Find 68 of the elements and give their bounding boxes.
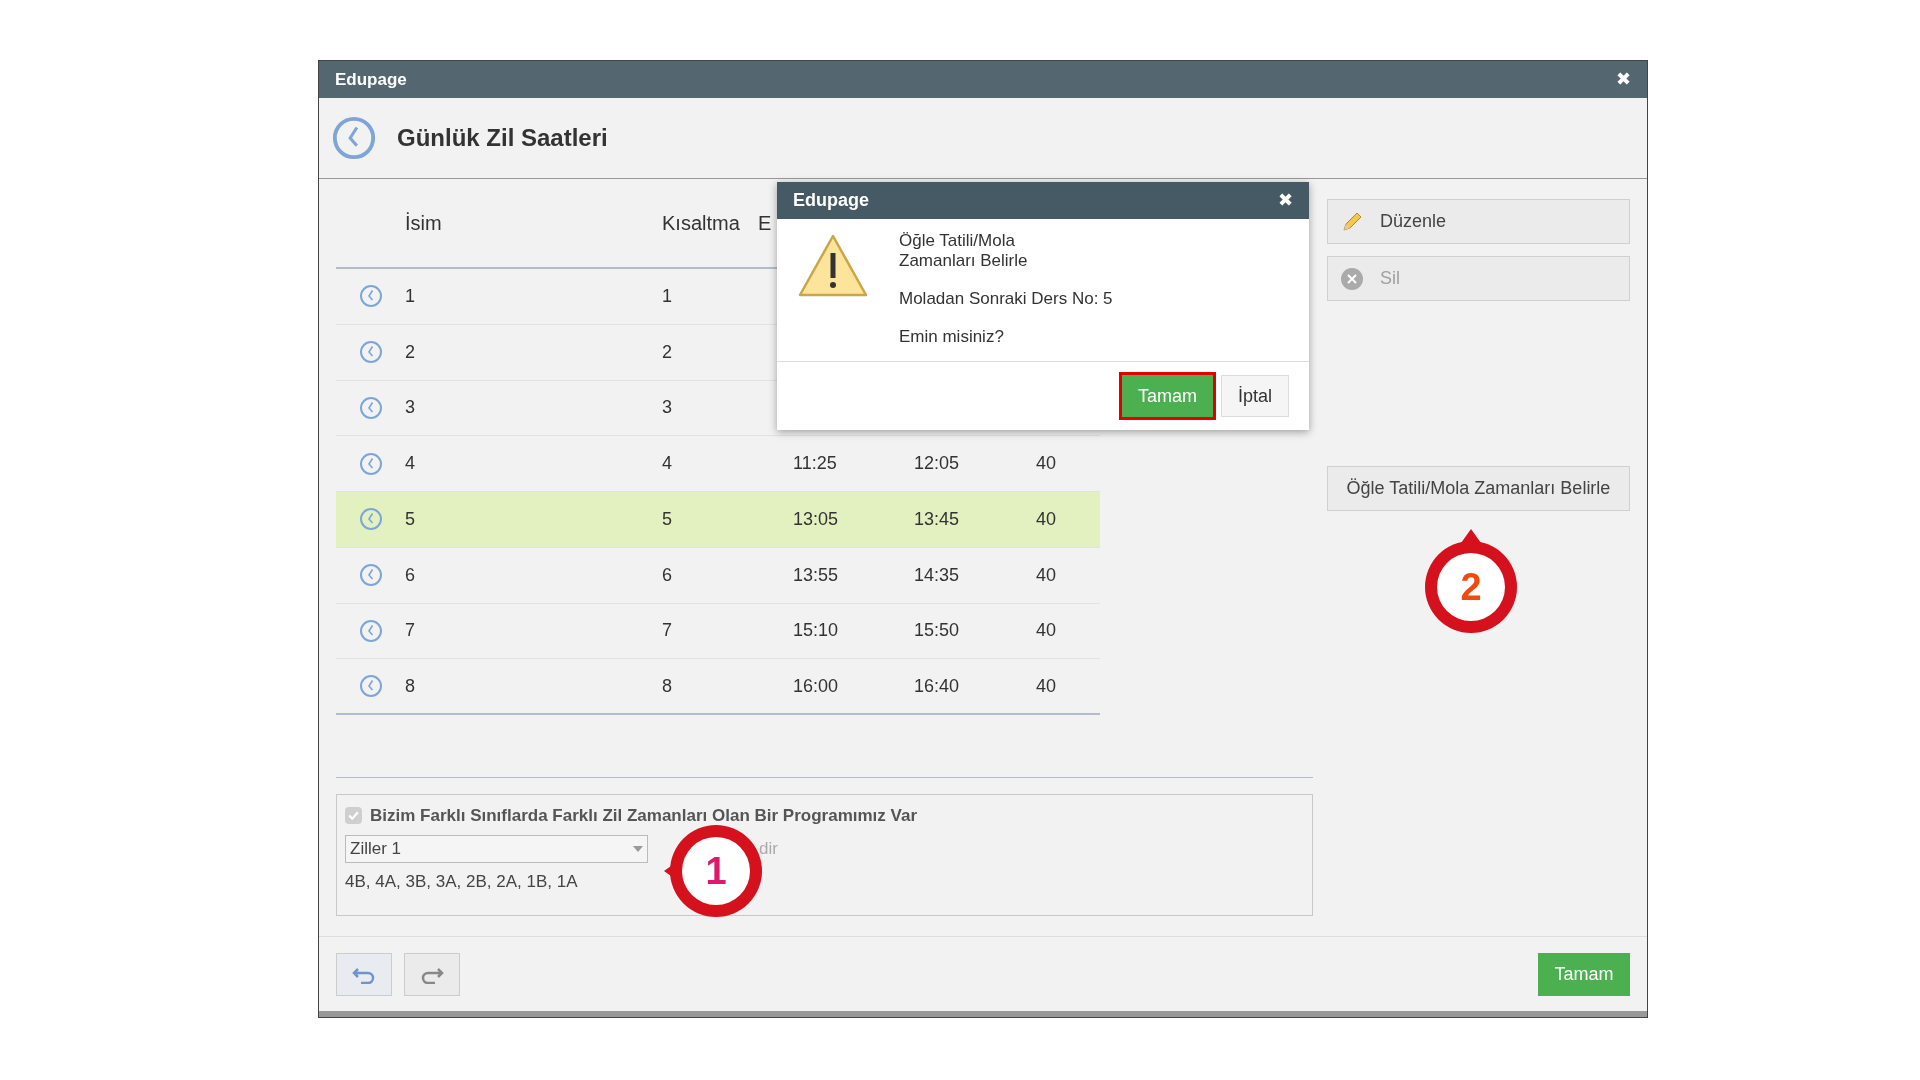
class-list: 4B, 4A, 3B, 3A, 2B, 2A, 1B, 1A [345,868,578,894]
column-header: Kısaltma [662,212,740,234]
table-cell: 3 [662,397,672,418]
table-cell: 6 [662,564,672,585]
table-cell: 15:50 [914,620,960,641]
set-break-button[interactable]: Öğle Tatili/Mola Zamanları Belirle [1327,466,1630,511]
table-cell: 1 [662,285,672,306]
table-row[interactable]: 7 7 15:10 15:50 40 [336,603,1100,660]
table-cell: 15:10 [793,620,839,641]
close-button[interactable]: ✖ [1616,66,1631,93]
table-cell: 40 [1036,453,1057,474]
table-cell: 13:55 [793,564,839,585]
close-button[interactable]: ✖ [1278,187,1293,214]
table-cell: 1 [405,285,415,306]
table-cell: 7 [662,620,672,641]
table-cell: 40 [1036,564,1057,585]
table-cell: 5 [662,508,672,529]
clock-icon [358,284,383,309]
table-cell: 11:25 [793,453,837,474]
table-cell: 8 [405,675,415,696]
clock-icon [358,507,383,532]
bell-set-dropdown[interactable]: Ziller 1 [345,834,648,863]
table-cell: 4 [405,453,415,474]
table-cell: 16:00 [793,675,839,696]
undo-button[interactable] [336,953,392,996]
dialog-text: Emin misiniz? [899,327,1005,347]
table-row[interactable]: 6 6 13:55 14:35 40 [336,547,1100,604]
table-cell: 40 [1036,675,1057,696]
checkbox-label: Bizim Farklı Sınıflarda Farklı Zil Zamanları Olan Bir Programımız Var [370,805,917,827]
table-cell: 13:45 [914,508,960,529]
table-cell: 5 [405,508,415,529]
table-cell: 40 [1036,508,1057,529]
column-header: E [758,212,772,234]
table-cell: 4 [662,453,672,474]
table-cell: 40 [1036,620,1057,641]
redo-button[interactable] [404,953,460,996]
undo-icon [352,965,376,984]
clock-icon [358,674,383,699]
table-cell: 8 [662,675,672,696]
hint-text: dir [759,837,778,860]
table-row[interactable]: 8 8 16:00 16:40 40 [336,659,1100,715]
redo-icon [420,965,444,984]
table-cell: 2 [405,341,415,362]
close-circle-icon [1340,266,1364,291]
page-title: Günlük Zil Saatleri [397,123,608,153]
table-cell: 16:40 [914,675,960,696]
clock-icon [358,340,383,365]
warning-icon [797,233,869,299]
checkmark-icon [347,809,360,823]
column-header: İsim [405,212,442,234]
clock-icon [358,451,383,476]
clock-icon [331,115,377,161]
table-cell: 3 [405,397,415,418]
clock-icon [358,395,383,420]
clock-icon [358,618,383,643]
clock-icon [358,563,383,588]
window-title: Edupage [335,68,407,91]
cancel-button[interactable]: İptal [1220,375,1289,417]
table-cell: 12:05 [914,453,960,474]
dialog-text: Öğle Tatili/Mola Zamanları Belirle [899,231,1029,271]
table-cell: 2 [662,341,672,362]
table-cell: 13:05 [793,508,839,529]
table-row[interactable]: 5 5 13:05 13:45 40 [336,492,1100,548]
table-cell: 14:35 [914,564,960,585]
edit-button[interactable]: Düzenle [1327,199,1630,244]
table-cell: 6 [405,564,415,585]
table-cell: 7 [405,620,415,641]
dialog-title: Edupage [793,189,869,212]
